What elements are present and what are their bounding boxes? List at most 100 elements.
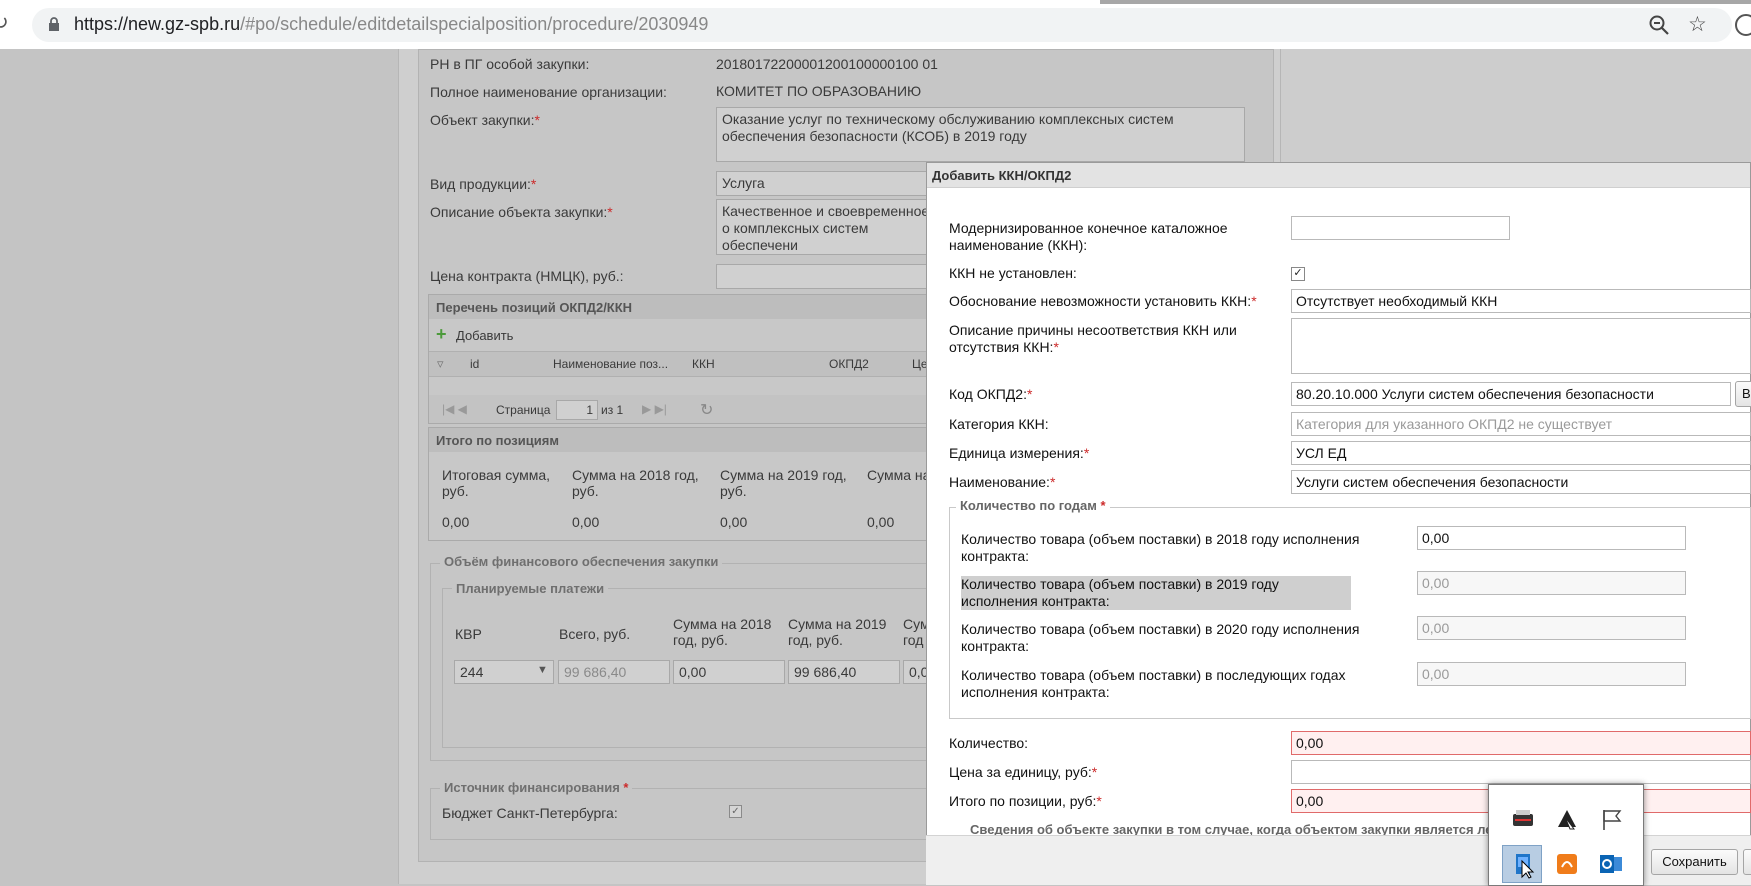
category-label: Категория ККН:	[949, 416, 1049, 432]
orange-app-icon[interactable]	[1552, 849, 1582, 879]
unit-price-label: Цена за единицу, руб:*	[949, 764, 1098, 780]
year-2019-label: Количество товара (объем поставки) в 201…	[961, 576, 1351, 610]
payments-total-input: 99 686,40	[558, 660, 670, 684]
year-next-label: Количество товара (объем поставки) в пос…	[961, 667, 1346, 700]
kkn-not-set-checkbox[interactable]: ✓	[1291, 267, 1305, 281]
year-2019-input: 0,00	[1417, 571, 1686, 595]
year-2018-label: Количество товара (объем поставки) в 201…	[961, 531, 1360, 564]
unit-price-input[interactable]	[1291, 760, 1751, 784]
source-title: Источник финансирования *	[440, 780, 633, 795]
outlook-icon[interactable]	[1596, 849, 1626, 879]
totals-header-2018: Сумма на 2018 год, руб.	[572, 467, 699, 499]
positions-panel-title: Перечень позиций ОКПД2/ККН	[436, 300, 633, 315]
payments-2019-input[interactable]: 99 686,40	[788, 660, 900, 684]
profile-icon[interactable]	[1735, 14, 1751, 36]
org-value: КОМИТЕТ ПО ОБРАЗОВАНИЮ	[716, 83, 922, 99]
totals-value-2019: 0,00	[720, 514, 748, 530]
years-title: Количество по годам *	[956, 498, 1110, 513]
quantity-input[interactable]: 0,00	[1291, 731, 1751, 755]
description-label: Описание объекта закупки:*	[430, 204, 613, 220]
payments-header-2019: Сумма на 2019 год, руб.	[788, 616, 887, 648]
pager-page-label: Страница	[496, 403, 551, 417]
add-icon[interactable]: +	[436, 325, 447, 343]
reason-label: Описание причины несоответствия ККН или …	[949, 322, 1237, 355]
unit-label: Единица измерения:*	[949, 445, 1090, 461]
refresh-icon[interactable]: ↻	[700, 400, 713, 420]
flag-icon[interactable]	[1596, 805, 1626, 835]
name-label: Наименование:*	[949, 474, 1056, 490]
bookmark-star-icon[interactable]: ☆	[1688, 12, 1707, 37]
tab-strip	[1100, 0, 1751, 4]
object-textarea[interactable]: Оказание услуг по техническому обслужива…	[716, 107, 1245, 162]
payments-2018-input[interactable]: 0,00	[673, 660, 785, 684]
totals-value-total: 0,00	[442, 514, 470, 530]
pager-of: из 1	[601, 403, 624, 417]
okpd-input[interactable]: 80.20.10.000 Услуги систем обеспечения б…	[1291, 382, 1731, 406]
price-label: Цена контракта (НМЦК), руб.:	[430, 268, 624, 284]
product-type-select[interactable]: Услуга	[716, 171, 936, 196]
budget-label: Бюджет Санкт-Петербурга:	[442, 805, 618, 821]
add-button[interactable]: Добавить	[456, 328, 513, 343]
cancel-button[interactable]	[1743, 849, 1751, 875]
category-input: Категория для указанного ОКПД2 не сущест…	[1291, 412, 1751, 436]
filter-icon[interactable]: ▿	[437, 356, 444, 372]
okpd-select-button[interactable]: Вы	[1735, 381, 1751, 407]
cursor-app-icon[interactable]	[1552, 805, 1582, 835]
next-page-icon[interactable]: ▶ ▶|	[642, 402, 667, 416]
kkn-label: Модернизированное конечное каталожное на…	[949, 220, 1228, 253]
object-label: Объект закупки:*	[430, 112, 540, 128]
payments-title: Планируемые платежи	[452, 581, 609, 596]
totals-header-2019: Сумма на 2019 год, руб.	[720, 467, 847, 499]
grid-col-okpd[interactable]: ОКПД2	[829, 357, 869, 371]
totals-title: Итого по позициям	[436, 433, 559, 448]
rn-value: 20180172200001200100000100 01	[716, 56, 938, 72]
kkn-not-set-label: ККН не установлен:	[949, 265, 1077, 281]
okpd-label: Код ОКПД2:*	[949, 386, 1033, 402]
product-type-label: Вид продукции:*	[430, 176, 537, 192]
system-tray-popup	[1488, 784, 1644, 886]
reload-icon[interactable]: ↻	[0, 12, 14, 34]
totals-value-2018: 0,00	[572, 514, 600, 530]
grid-col-name[interactable]: Наименование поз...	[553, 357, 668, 371]
pager-page-input[interactable]: 1	[556, 400, 598, 420]
rn-label: РН в ПГ особой закупки:	[430, 56, 590, 72]
totals-header-total: Итоговая сумма, руб.	[442, 467, 550, 499]
chevron-down-icon[interactable]: ▼	[537, 664, 548, 676]
grid-col-kkn[interactable]: ККН	[692, 357, 715, 371]
kkn-input[interactable]	[1291, 216, 1510, 240]
payments-header-2018: Сумма на 2018 год, руб.	[673, 616, 772, 648]
totals-header-next: Сумма на	[867, 467, 931, 483]
payments-header-total: Всего, руб.	[559, 626, 631, 642]
screen-app-icon[interactable]	[1508, 849, 1538, 879]
grid-col-id[interactable]: id	[470, 357, 479, 371]
zoom-out-icon[interactable]	[1648, 14, 1670, 36]
totals-value-next: 0,00	[867, 514, 895, 530]
payments-header-kvr: КВР	[455, 626, 482, 642]
org-label: Полное наименование организации:	[430, 84, 667, 100]
reason-textarea[interactable]	[1291, 318, 1751, 374]
url-host: https://new.gz-spb.ru	[74, 14, 241, 34]
lock-icon[interactable]	[48, 17, 60, 32]
year-next-input: 0,00	[1417, 662, 1686, 686]
name-input[interactable]: Услуги систем обеспечения безопасности	[1291, 470, 1751, 494]
url-path: /#po/schedule/editdetailspecialposition/…	[240, 14, 709, 34]
total-label: Итого по позиции, руб:*	[949, 793, 1102, 809]
finance-title: Объём финансового обеспечения закупки	[440, 554, 723, 569]
price-input[interactable]	[716, 264, 936, 289]
printer-app-icon[interactable]	[1508, 805, 1538, 835]
description-textarea[interactable]: Качественное и своевременное о комплексн…	[716, 199, 936, 255]
dialog-title: Добавить ККН/ОКПД2	[932, 168, 1072, 183]
quantity-label: Количество:	[949, 735, 1029, 751]
year-2020-input: 0,00	[1417, 616, 1686, 640]
browser-toolbar: ↻ https://new.gz-spb.ru/#po/schedule/edi…	[0, 0, 1751, 50]
year-2020-label: Количество товара (объем поставки) в 202…	[961, 621, 1360, 654]
year-2018-input[interactable]: 0,00	[1417, 526, 1686, 550]
url-text[interactable]: https://new.gz-spb.ru/#po/schedule/editd…	[74, 14, 708, 35]
justification-select[interactable]: Отсутствует необходимый ККН	[1291, 289, 1751, 313]
first-page-icon[interactable]: |◀ ◀	[442, 402, 467, 416]
dialog-header[interactable]: Добавить ККН/ОКПД2	[927, 163, 1750, 188]
save-button[interactable]: Сохранить	[1651, 849, 1738, 875]
budget-checkbox[interactable]: ✓	[729, 805, 742, 818]
kvr-value: 244	[460, 664, 484, 680]
unit-select[interactable]: УСЛ ЕД	[1291, 441, 1751, 465]
